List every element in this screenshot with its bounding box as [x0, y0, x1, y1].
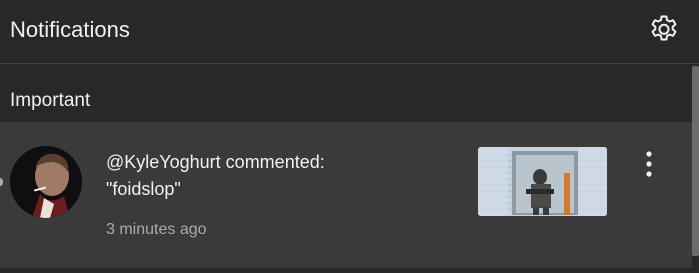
gear-icon — [651, 15, 677, 41]
notification-text: @KyleYoghurt commented: "foidslop" — [106, 149, 456, 203]
header-title: Notifications — [10, 17, 130, 42]
notifications-header: Notifications — [0, 0, 699, 64]
section-heading-important: Important — [10, 90, 91, 111]
scrollbar-thumb[interactable] — [692, 66, 699, 256]
bottom-divider — [0, 268, 692, 273]
more-vertical-icon — [646, 151, 652, 177]
notification-line1: @KyleYoghurt commented: — [106, 152, 325, 172]
settings-button[interactable] — [645, 11, 683, 49]
thumbnail-image — [478, 147, 607, 216]
notification-line2: "foidslop" — [106, 179, 181, 199]
user-avatar[interactable] — [10, 146, 82, 218]
notifications-panel: Notifications Important @KyleYoghurt com… — [0, 0, 699, 273]
more-options-button[interactable] — [633, 148, 665, 180]
video-thumbnail[interactable] — [478, 147, 607, 216]
notification-timestamp: 3 minutes ago — [106, 221, 207, 238]
avatar-image — [10, 146, 82, 218]
